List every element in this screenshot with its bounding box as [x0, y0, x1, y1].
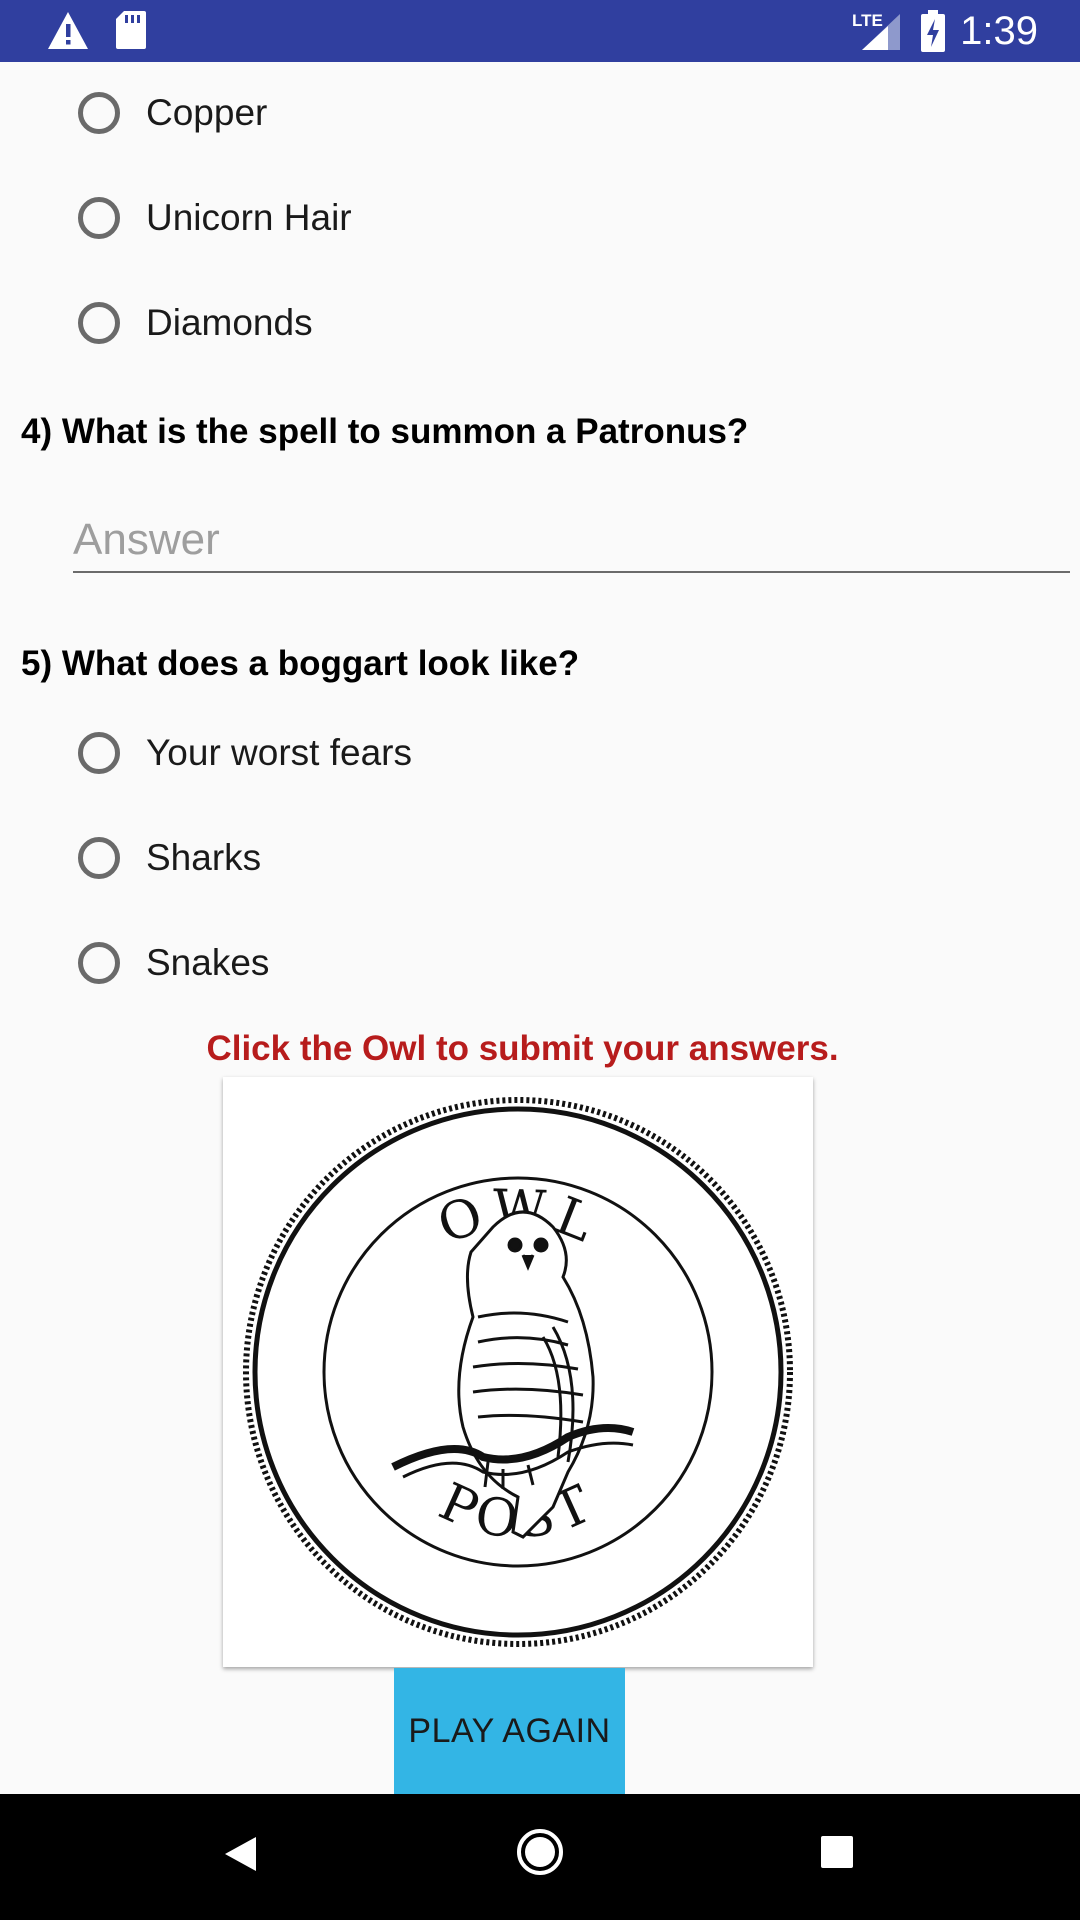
radio-button[interactable]	[78, 942, 120, 984]
navigation-bar	[0, 1794, 1080, 1920]
clock: 1:39	[960, 9, 1038, 53]
option-label: Your worst fears	[146, 732, 412, 773]
option-label: Sharks	[146, 837, 262, 878]
owl-submit-button[interactable]: OWL POST	[223, 1077, 813, 1667]
battery-charging-icon	[921, 10, 945, 52]
option-label: Snakes	[146, 942, 270, 983]
option-label: Copper	[146, 92, 268, 133]
home-icon[interactable]	[515, 1827, 565, 1877]
recents-icon[interactable]	[820, 1835, 854, 1869]
play-again-button[interactable]: PLAY AGAIN	[394, 1668, 625, 1794]
quiz-content: Copper Unicorn Hair Diamonds 4) What is …	[0, 62, 1080, 1794]
question-5: 5) What does a boggart look like?	[21, 644, 580, 683]
answer-input[interactable]	[73, 508, 1070, 572]
back-icon[interactable]	[222, 1834, 258, 1874]
radio-button[interactable]	[78, 197, 120, 239]
radio-button[interactable]	[78, 302, 120, 344]
option-diamonds[interactable]: Diamonds	[78, 293, 313, 353]
signal-icon	[862, 14, 900, 50]
owl-icon	[391, 1210, 635, 1539]
option-unicorn-hair[interactable]: Unicorn Hair	[78, 188, 352, 248]
status-bar: LTE 1:39	[0, 0, 1080, 62]
option-your-worst-fears[interactable]: Your worst fears	[78, 723, 412, 783]
option-snakes[interactable]: Snakes	[78, 933, 269, 993]
alert-icon	[48, 12, 88, 49]
option-label: Unicorn Hair	[146, 197, 352, 238]
radio-button[interactable]	[78, 837, 120, 879]
answer-underline	[73, 571, 1070, 573]
owl-post-seal-image: OWL POST	[243, 1097, 793, 1647]
sd-card-icon	[116, 11, 146, 49]
option-label: Diamonds	[146, 302, 313, 343]
radio-button[interactable]	[78, 732, 120, 774]
radio-button[interactable]	[78, 92, 120, 134]
option-copper[interactable]: Copper	[78, 83, 267, 143]
answer-field[interactable]	[73, 508, 1070, 572]
question-4: 4) What is the spell to summon a Patronu…	[21, 412, 749, 451]
submit-hint: Click the Owl to submit your answers.	[206, 1029, 839, 1068]
option-sharks[interactable]: Sharks	[78, 828, 261, 888]
